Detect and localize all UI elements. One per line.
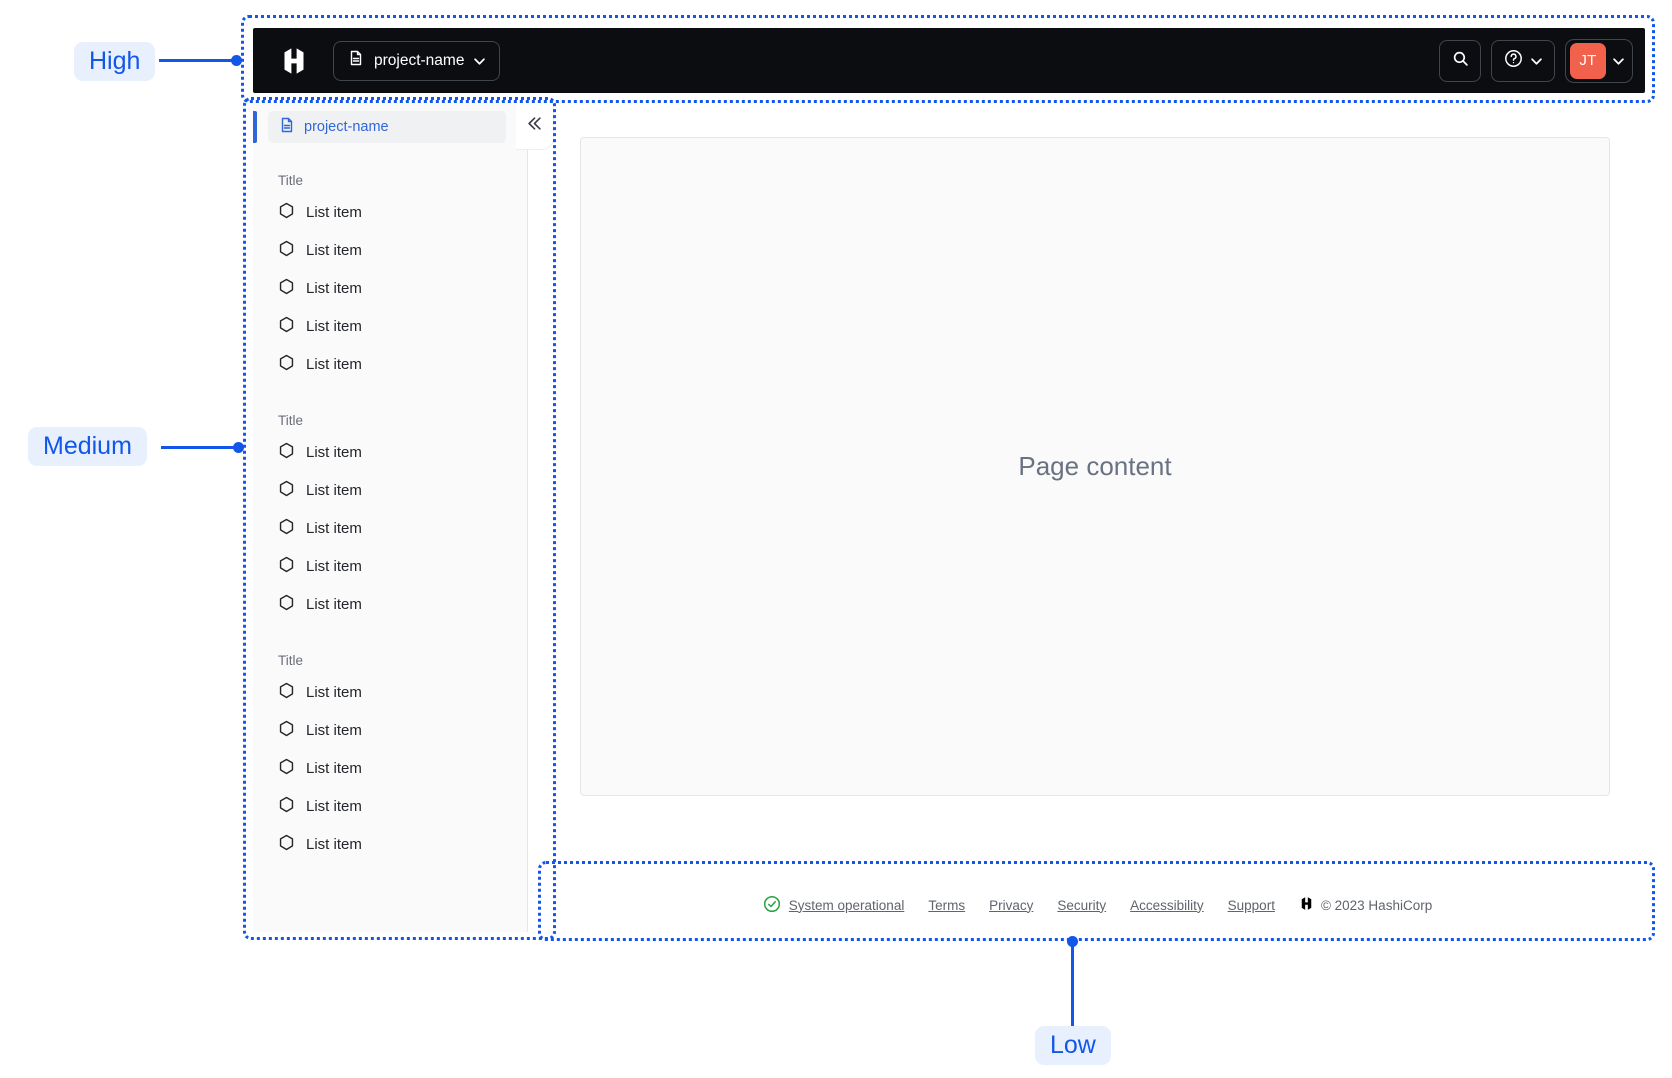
sidebar-list-item[interactable]: List item xyxy=(278,787,527,825)
sidebar-list-item-label: List item xyxy=(306,683,362,701)
hcp-template-page: High Medium Low project-name JT project-… xyxy=(0,0,1672,1078)
collapse-double-chevron-icon xyxy=(527,117,542,135)
sidebar-sections: Title List item List item List item List ite… xyxy=(253,143,527,863)
hexagon-icon xyxy=(278,316,295,337)
sidebar-list-item[interactable]: List item xyxy=(278,673,527,711)
sidebar-section-title: Title xyxy=(278,653,304,668)
sidebar-list-item[interactable]: List item xyxy=(278,749,527,787)
chevron-down-icon xyxy=(1531,52,1542,70)
copyright-text: © 2023 HashiCorp xyxy=(1320,897,1433,913)
hexagon-icon xyxy=(278,202,295,223)
system-status-label: System operational xyxy=(788,897,905,913)
priority-label-medium: Medium xyxy=(28,427,147,466)
sidebar-section-title: Title xyxy=(278,173,304,188)
sidebar-list-item[interactable]: List item xyxy=(278,193,527,231)
account-menu-button[interactable]: JT xyxy=(1565,38,1633,83)
hexagon-icon xyxy=(278,354,295,375)
sidebar-list-item-label: List item xyxy=(306,797,362,815)
footer-link[interactable]: Terms xyxy=(928,898,965,913)
page-content-area: Page content xyxy=(580,137,1610,796)
connector-dot-high xyxy=(231,55,242,66)
priority-label-high: High xyxy=(74,42,156,81)
connector-dot-medium xyxy=(233,442,244,453)
sidebar-list-item-label: List item xyxy=(306,241,362,259)
sidebar-list-item[interactable]: List item xyxy=(278,433,527,471)
sidebar-list-item[interactable]: List item xyxy=(278,547,527,585)
project-switcher-label: project-name xyxy=(374,51,465,69)
sidebar-list-item[interactable]: List item xyxy=(278,231,527,269)
help-menu-button[interactable] xyxy=(1491,39,1555,82)
sidebar-list-item-label: List item xyxy=(306,317,362,335)
footer-copyright: © 2023 HashiCorp xyxy=(1299,896,1432,914)
hexagon-icon xyxy=(278,442,295,463)
sidebar-item-project-name[interactable]: project-name xyxy=(268,111,506,143)
hexagon-icon xyxy=(278,682,295,703)
connector-line-low xyxy=(1071,946,1074,1026)
page-content-placeholder: Page content xyxy=(1018,451,1172,481)
hexagon-icon xyxy=(278,556,295,577)
system-status-link[interactable]: System operational xyxy=(763,895,905,916)
sidebar-list-item[interactable]: List item xyxy=(278,711,527,749)
sidebar-list-item-label: List item xyxy=(306,355,362,373)
user-avatar: JT xyxy=(1570,42,1606,79)
footer-link[interactable]: Security xyxy=(1057,898,1106,913)
sidebar-list-item[interactable]: List item xyxy=(278,345,527,383)
sidebar-project-label: project-name xyxy=(304,119,389,135)
sidebar-list-item[interactable]: List item xyxy=(278,269,527,307)
sidebar-list-item-label: List item xyxy=(306,203,362,221)
hexagon-icon xyxy=(278,796,295,817)
chevron-down-icon xyxy=(474,52,486,70)
connector-dot-low xyxy=(1067,936,1078,947)
help-icon xyxy=(1504,49,1523,73)
document-icon xyxy=(348,50,364,71)
footer-links: Terms Privacy Security Accessibility Support xyxy=(928,898,1275,913)
priority-label-low: Low xyxy=(1035,1026,1111,1065)
document-icon xyxy=(279,117,295,137)
sidebar-list-item[interactable]: List item xyxy=(278,471,527,509)
hexagon-icon xyxy=(278,834,295,855)
sidebar-list-item-label: List item xyxy=(306,759,362,777)
status-check-icon xyxy=(763,895,781,916)
top-navbar: project-name JT xyxy=(253,28,1645,93)
active-item-indicator xyxy=(253,111,257,143)
sidebar-collapse-button[interactable] xyxy=(516,103,554,150)
hexagon-icon xyxy=(278,594,295,615)
sidebar-list-item-label: List item xyxy=(306,835,362,853)
sidebar-list-item[interactable]: List item xyxy=(278,825,527,863)
connector-line-medium xyxy=(161,446,235,449)
sidebar-section-title: Title xyxy=(278,413,304,428)
hashicorp-logo-icon xyxy=(1299,896,1314,914)
navbar-right-controls: JT xyxy=(1439,38,1633,83)
sidebar: project-name Title List item List item List… xyxy=(253,103,528,932)
sidebar-list-item[interactable]: List item xyxy=(278,585,527,623)
sidebar-list-item-label: List item xyxy=(306,721,362,739)
hexagon-icon xyxy=(278,720,295,741)
hexagon-icon xyxy=(278,240,295,261)
project-switcher-button[interactable]: project-name xyxy=(333,40,501,81)
hexagon-icon xyxy=(278,518,295,539)
footer: System operational Terms Privacy Security A… xyxy=(540,884,1655,926)
sidebar-list-item-label: List item xyxy=(306,481,362,499)
sidebar-list-item-label: List item xyxy=(306,595,362,613)
hexagon-icon xyxy=(278,278,295,299)
sidebar-list-item-label: List item xyxy=(306,443,362,461)
chevron-down-icon xyxy=(1613,52,1624,70)
connector-line-high xyxy=(159,59,232,62)
footer-link[interactable]: Accessibility xyxy=(1130,898,1204,913)
hexagon-icon xyxy=(278,480,295,501)
footer-link[interactable]: Privacy xyxy=(989,898,1033,913)
sidebar-list-item[interactable]: List item xyxy=(278,307,527,345)
search-icon xyxy=(1452,50,1469,72)
search-button[interactable] xyxy=(1439,39,1481,82)
hashicorp-logo-icon xyxy=(279,46,309,76)
sidebar-list-item-label: List item xyxy=(306,279,362,297)
sidebar-list-item[interactable]: List item xyxy=(278,509,527,547)
footer-link[interactable]: Support xyxy=(1228,898,1275,913)
sidebar-list-item-label: List item xyxy=(306,519,362,537)
hexagon-icon xyxy=(278,758,295,779)
sidebar-list-item-label: List item xyxy=(306,557,362,575)
